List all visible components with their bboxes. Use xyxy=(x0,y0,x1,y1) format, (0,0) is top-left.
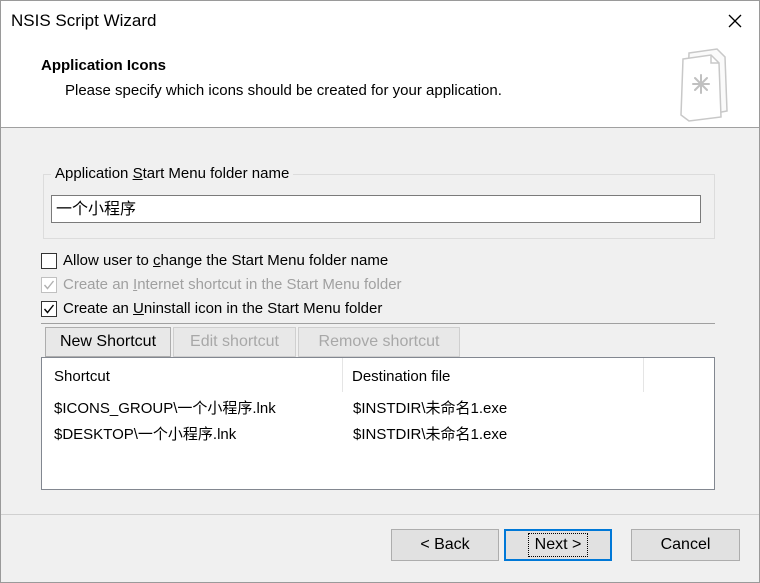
uninstall-icon-label: Create an Uninstall icon in the Start Me… xyxy=(63,300,383,317)
start-menu-group-label: Application Start Menu folder name xyxy=(51,165,294,182)
close-icon xyxy=(728,14,742,28)
checkbox-checked[interactable] xyxy=(41,300,57,317)
back-button[interactable]: < Back xyxy=(391,529,499,561)
footer-separator xyxy=(1,514,759,515)
start-menu-folder-input[interactable]: 一个小程序 xyxy=(51,195,701,223)
column-divider[interactable] xyxy=(643,358,644,392)
checkmark-icon xyxy=(43,304,55,314)
table-row[interactable]: $DESKTOP\一个小程序.lnk $INSTDIR\未命名1.exe xyxy=(42,422,714,448)
title-bar: NSIS Script Wizard xyxy=(1,1,759,41)
column-header-shortcut[interactable]: Shortcut xyxy=(44,358,342,394)
column-header-destination[interactable]: Destination file xyxy=(342,358,642,394)
checkbox-checked-disabled[interactable] xyxy=(41,276,57,293)
separator xyxy=(41,323,715,324)
close-button[interactable] xyxy=(711,1,759,41)
destination-cell: $INSTDIR\未命名1.exe xyxy=(353,426,508,443)
shortcuts-list[interactable]: Shortcut Destination file $ICONS_GROUP\一… xyxy=(41,357,715,490)
remove-shortcut-button[interactable]: Remove shortcut xyxy=(298,327,460,357)
page-title: Application Icons xyxy=(41,57,167,74)
list-header: Shortcut Destination file xyxy=(42,358,714,394)
wizard-page-icon xyxy=(680,48,728,122)
internet-shortcut-label: Create an Internet shortcut in the Start… xyxy=(63,276,402,293)
next-button[interactable]: Next > xyxy=(504,529,612,561)
shortcut-cell: $DESKTOP\一个小程序.lnk xyxy=(54,426,237,443)
uninstall-icon-checkbox[interactable]: Create an Uninstall icon in the Start Me… xyxy=(41,300,382,317)
allow-change-folder-label: Allow user to change the Start Menu fold… xyxy=(63,252,389,269)
next-button-label: Next > xyxy=(527,533,589,557)
checkmark-icon xyxy=(43,280,55,290)
cancel-button[interactable]: Cancel xyxy=(631,529,740,561)
allow-change-folder-checkbox[interactable]: Allow user to change the Start Menu fold… xyxy=(41,252,388,269)
wizard-dialog: NSIS Script Wizard Application Icons Ple… xyxy=(0,0,760,583)
destination-cell: $INSTDIR\未命名1.exe xyxy=(353,400,508,417)
page-subtitle: Please specify which icons should be cre… xyxy=(65,82,502,99)
new-shortcut-button[interactable]: New Shortcut xyxy=(45,327,171,357)
shortcut-cell: $ICONS_GROUP\一个小程序.lnk xyxy=(54,400,276,417)
table-row[interactable]: $ICONS_GROUP\一个小程序.lnk $INSTDIR\未命名1.exe xyxy=(42,396,714,422)
edit-shortcut-button[interactable]: Edit shortcut xyxy=(173,327,296,357)
checkbox-unchecked[interactable] xyxy=(41,252,57,269)
header-panel: Application Icons Please specify which i… xyxy=(1,41,759,128)
internet-shortcut-checkbox[interactable]: Create an Internet shortcut in the Start… xyxy=(41,276,402,293)
window-title: NSIS Script Wizard xyxy=(11,11,157,30)
